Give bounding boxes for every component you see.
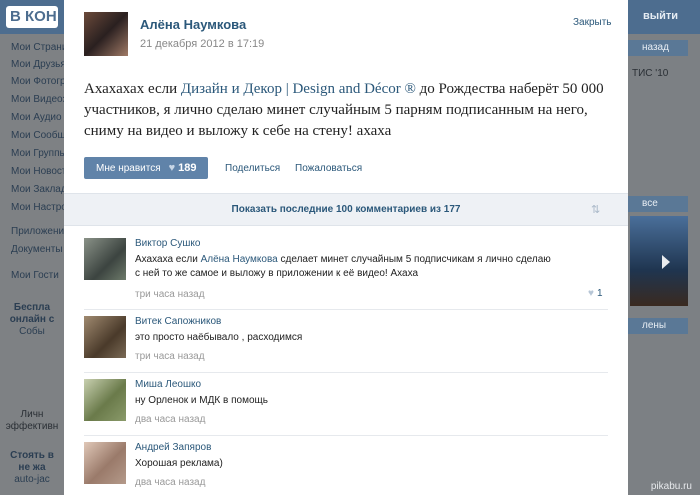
menu-item[interactable]: Мои Страни [11, 42, 71, 53]
divider [84, 435, 608, 436]
author-avatar[interactable] [84, 12, 128, 56]
post-text-part: Ахахахах если [84, 81, 181, 97]
post-modal: Алёна Наумкова 21 декабря 2012 в 17:19 З… [64, 0, 628, 495]
comment-author[interactable]: Витек Сапожников [135, 316, 221, 327]
promo-line: онлайн с [9, 314, 55, 325]
menu-item[interactable]: Приложени [11, 226, 71, 237]
promo-line: Беспла [13, 302, 51, 313]
comment-author[interactable]: Миша Леошко [135, 379, 201, 390]
menu-item[interactable]: Мои Друзья [11, 59, 71, 70]
vk-logo[interactable]: В КОН [6, 6, 58, 28]
back-button[interactable]: лены [628, 318, 688, 334]
all-button[interactable]: все [628, 196, 688, 212]
comment-author[interactable]: Андрей Запяров [135, 442, 211, 453]
comment-time[interactable]: два часа назад [135, 414, 205, 425]
exit-link[interactable]: выйти [643, 10, 678, 22]
comment-time[interactable]: два часа назад [135, 477, 205, 488]
menu-item[interactable]: Мои Заклад [11, 184, 71, 195]
comment-avatar[interactable] [84, 316, 126, 358]
menu-item[interactable]: Мои Гости [11, 270, 71, 281]
right-text: ТИС '10 [632, 68, 669, 79]
promo-text: Личн эффективн [0, 409, 64, 433]
show-comments-button[interactable]: Показать последние 100 комментариев из 1… [64, 193, 628, 226]
post-text: Ахахахах если Дизайн и Декор | Design an… [84, 79, 614, 142]
menu-item[interactable]: Мои Сообщ [11, 130, 71, 141]
comment-text-part: Ахахаха если [135, 254, 201, 265]
promo-line: Стоять в [10, 450, 54, 461]
back-button[interactable]: назад [628, 40, 688, 56]
comment-text: Ахахаха если Алёна Наумкова сделает мине… [135, 253, 555, 281]
comment-author[interactable]: Виктор Сушко [135, 238, 200, 249]
next-arrow-icon[interactable] [662, 255, 670, 269]
post-author[interactable]: Алёна Наумкова [140, 17, 246, 32]
sort-arrows-icon[interactable]: ⇅ [591, 203, 600, 216]
divider [84, 309, 608, 310]
like-label: Мне нравится [96, 163, 161, 174]
mention-link[interactable]: Алёна Наумкова [201, 254, 278, 265]
divider [84, 372, 608, 373]
menu-item[interactable]: Мои Аудио [11, 112, 71, 123]
like-count: 189 [178, 162, 197, 174]
comment-avatar[interactable] [84, 379, 126, 421]
watermark: pikabu.ru [650, 481, 692, 492]
promo-text: Беспла онлайн с Собы [0, 302, 64, 338]
share-link[interactable]: Поделиться [225, 163, 280, 174]
background-left-menu: Мои Страни Мои Друзья Мои Фотогр Мои Вид… [0, 34, 67, 495]
comment-time[interactable]: три часа назад [135, 351, 205, 362]
group-link[interactable]: Дизайн и Декор | Design and Décor ® [181, 81, 416, 97]
menu-item[interactable]: Мои Группы [11, 148, 71, 159]
promo-line: Собы [19, 326, 45, 337]
menu-item[interactable]: Мои Новост [11, 166, 71, 177]
comment-text: ну Орленок и МДК в помощь [135, 395, 268, 406]
promo-line: auto-jac [14, 474, 50, 485]
menu-item[interactable]: Мои Фотогр [11, 76, 71, 87]
background-photo [630, 216, 688, 306]
promo-text: Стоять в не жа auto-jac [0, 450, 64, 486]
heart-icon: ♥ [168, 162, 176, 174]
promo-line: не жа [18, 462, 46, 473]
comment-text: Хорошая реклама) [135, 458, 223, 469]
comment-time[interactable]: три часа назад [135, 289, 205, 300]
promo-line: эффективн [5, 421, 59, 432]
report-link[interactable]: Пожаловаться [295, 163, 362, 174]
comment-like[interactable]: ♥ 1 [588, 288, 603, 299]
post-date[interactable]: 21 декабря 2012 в 17:19 [140, 38, 264, 50]
promo-line: Личн [20, 409, 44, 420]
comment-avatar[interactable] [84, 442, 126, 484]
like-button[interactable]: Мне нравится ♥ 189 [84, 157, 208, 179]
comment-avatar[interactable] [84, 238, 126, 280]
menu-item[interactable]: Мои Видеоз [11, 94, 71, 105]
menu-item[interactable]: Мои Настро [11, 202, 71, 213]
close-link[interactable]: Закрыть [573, 17, 612, 28]
heart-icon: ♥ [588, 288, 594, 299]
menu-item[interactable]: Документы [11, 244, 71, 255]
comment-like-count: 1 [596, 288, 603, 299]
comment-text: это просто наёбывало , расходимся [135, 332, 303, 343]
